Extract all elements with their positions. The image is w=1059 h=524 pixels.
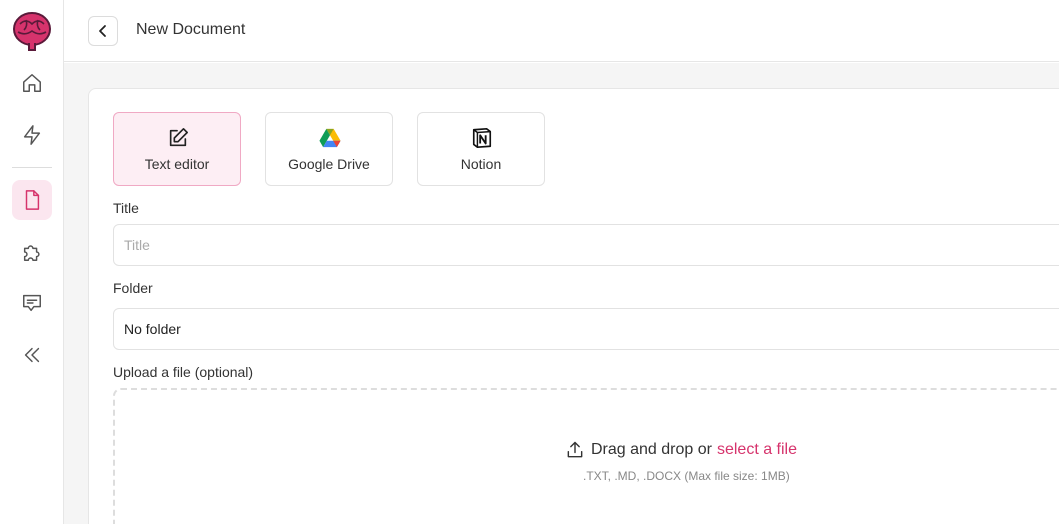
chevron-left-icon (99, 25, 106, 37)
source-option-label: Notion (460, 156, 502, 172)
sidebar-item-documents[interactable] (12, 180, 52, 220)
sidebar (0, 0, 64, 524)
source-option-label: Google Drive (288, 156, 370, 172)
folder-label: Folder (113, 280, 153, 296)
file-dropzone[interactable]: Drag and drop or select a file .TXT, .MD… (113, 388, 1059, 524)
sidebar-item-chat[interactable] (12, 283, 52, 323)
puzzle-icon (23, 245, 40, 261)
double-chevron-left-icon (24, 347, 40, 363)
google-drive-icon (319, 128, 341, 148)
folder-select[interactable]: No folder (113, 308, 1059, 350)
home-icon (23, 74, 41, 92)
sidebar-collapse-button[interactable] (12, 335, 52, 375)
dropzone-message: Drag and drop or select a file (565, 440, 797, 460)
lightning-icon (23, 125, 41, 145)
source-option-text-editor[interactable]: Text editor (113, 112, 241, 186)
sidebar-item-integrations[interactable] (12, 232, 52, 272)
title-label: Title (113, 200, 139, 216)
document-icon (25, 190, 40, 210)
title-input[interactable] (113, 224, 1059, 266)
sidebar-item-home[interactable] (12, 63, 52, 103)
chat-icon (23, 294, 41, 312)
notion-icon (472, 128, 492, 148)
sidebar-divider (12, 167, 52, 168)
dropzone-hint: .TXT, .MD, .DOCX (Max file size: 1MB) (583, 469, 790, 483)
source-option-google-drive[interactable]: Google Drive (265, 112, 393, 186)
brain-logo-icon[interactable] (12, 10, 52, 52)
upload-label: Upload a file (optional) (113, 364, 254, 380)
source-option-label: Text editor (144, 156, 210, 172)
source-option-notion[interactable]: Notion (417, 112, 545, 186)
page-header: New Document (64, 0, 1059, 62)
edit-icon (169, 128, 188, 147)
page-title: New Document (136, 21, 246, 38)
folder-select-value: No folder (124, 321, 181, 337)
select-file-link[interactable]: select a file (717, 441, 797, 459)
back-button[interactable] (88, 16, 118, 46)
upload-icon (567, 441, 583, 458)
sidebar-item-actions[interactable] (12, 115, 52, 155)
dropzone-text: Drag and drop or (591, 441, 712, 458)
